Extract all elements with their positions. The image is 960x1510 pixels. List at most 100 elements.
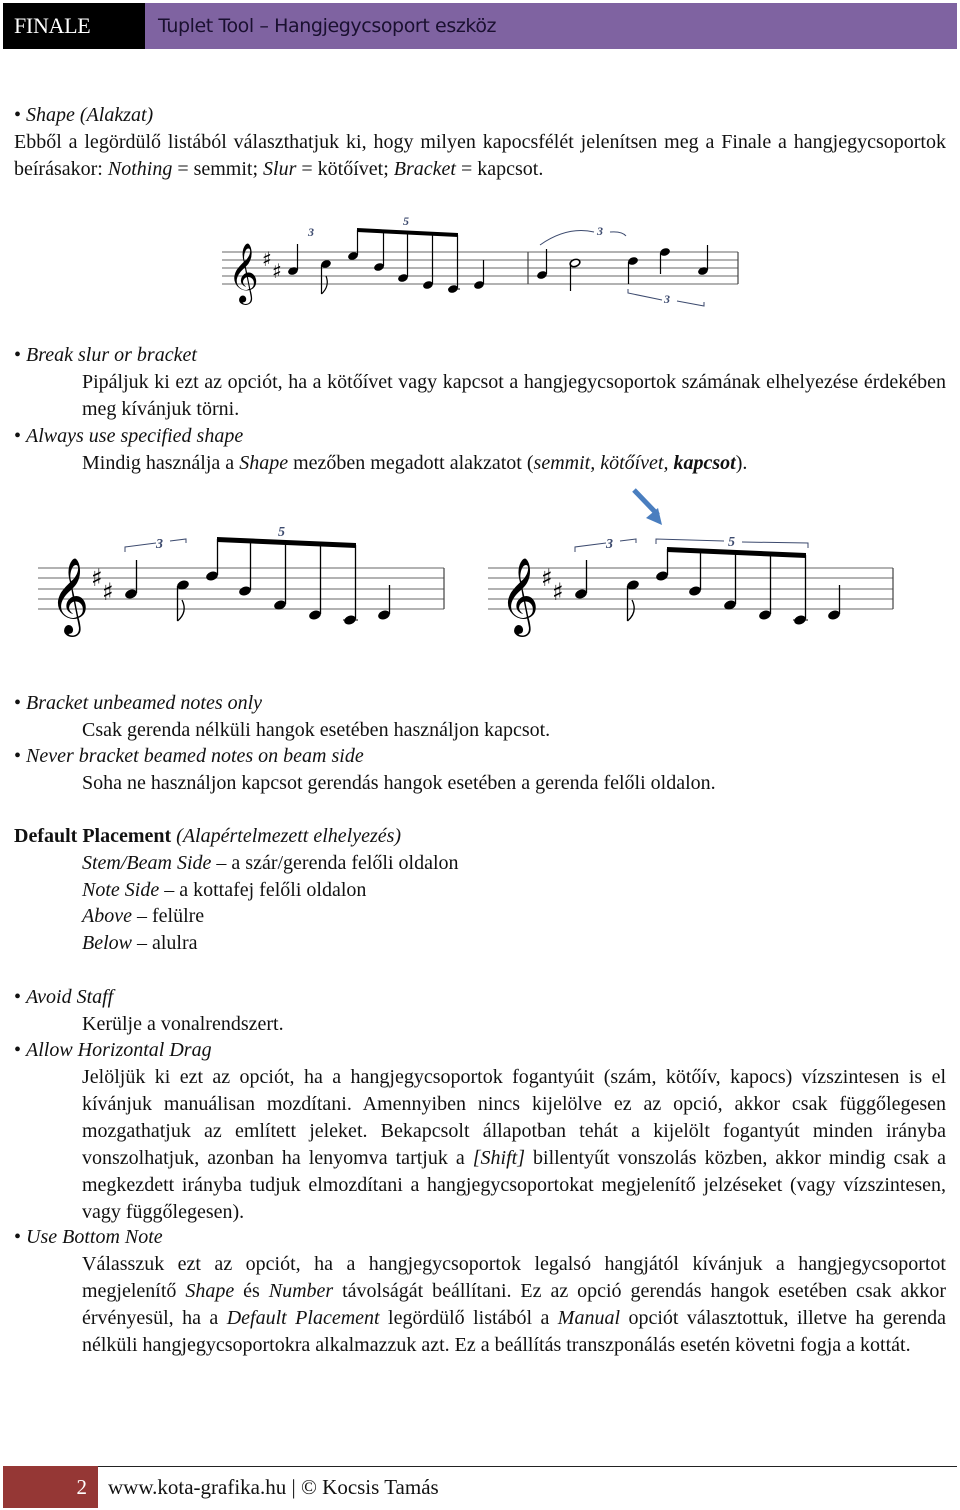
section-title: Default Placement	[14, 825, 172, 847]
placement-term: Below	[82, 932, 132, 954]
option-description: Csak gerenda nélküli hangok esetében has…	[82, 719, 551, 741]
placement-term: Above	[82, 905, 132, 927]
treble-clef-icon: 𝄞	[228, 243, 259, 305]
header-brand: FINALE	[3, 3, 145, 49]
placement-desc: – a szár/gerenda felőli oldalon	[211, 852, 459, 874]
tuplet-bracket	[619, 538, 637, 543]
sharp-icon: ♯	[91, 564, 103, 592]
placement-item: Below – alulra	[82, 930, 198, 957]
tuplet-number: 3	[307, 225, 314, 239]
option-label: Avoid Staff	[26, 986, 114, 1008]
term-number: Number	[268, 1280, 334, 1302]
option-always-use-shape: • Always use specified shape	[14, 423, 243, 450]
note-flag	[177, 599, 185, 622]
text: Mindig használja a	[82, 452, 240, 474]
bullet: •	[14, 344, 22, 366]
placement-item: Above – felülre	[82, 903, 204, 930]
tuplet-bracket	[627, 289, 663, 301]
option-description: Soha ne használjon kapcsot gerendás hang…	[82, 772, 716, 794]
text: legördülő listából a	[379, 1307, 558, 1329]
tuplet-number: 5	[278, 525, 285, 540]
bullet: •	[14, 1226, 22, 1248]
tuplet-number: 5	[403, 214, 409, 228]
page-header: FINALE Tuplet Tool – Hangjegycsoport esz…	[3, 3, 957, 49]
tuplet-slur	[609, 231, 627, 237]
option-label: Always use specified shape	[26, 425, 244, 447]
term-kapcsot: kapcsot	[673, 452, 736, 474]
section-subtitle: (Alapértelmezett elhelyezés)	[176, 825, 402, 847]
placement-item: Stem/Beam Side – a szár/gerenda felőli o…	[82, 850, 459, 877]
option-label: Break slur or bracket	[26, 344, 197, 366]
term-default-placement: Default Placement	[226, 1307, 380, 1329]
placement-term: Note Side	[82, 879, 160, 901]
note-flag	[321, 275, 328, 295]
tuplet-number: 3	[605, 537, 613, 552]
option-never-bracket-beamed: • Never bracket beamed notes on beam sid…	[14, 743, 364, 770]
sharp-icon: ♯	[102, 578, 114, 606]
placement-term: Stem/Beam Side	[82, 852, 212, 874]
beamed-group	[656, 547, 808, 625]
option-description: Mindig használja a Shape mezőben megadot…	[82, 450, 747, 477]
text: ).	[735, 452, 748, 474]
option-use-bottom-note: • Use Bottom Note	[14, 1224, 163, 1251]
shape-heading: • Shape (Alakzat)	[14, 102, 153, 129]
text: mezőben megadott alakzatot (	[288, 452, 534, 474]
sharp-icon: ♯	[552, 578, 564, 606]
shape-heading-label: Shape (Alakzat)	[26, 104, 154, 126]
option-label: Never bracket beamed notes on beam side	[26, 745, 364, 767]
option-label: Allow Horizontal Drag	[26, 1039, 212, 1061]
term-shape: Shape	[239, 452, 289, 474]
text: és	[234, 1280, 269, 1302]
placement-desc: – alulra	[132, 932, 198, 954]
placement-desc: – felülre	[131, 905, 205, 927]
bullet: •	[14, 692, 22, 714]
tuplet-number: 3	[596, 224, 603, 238]
header-title: Tuplet Tool – Hangjegycsoport eszköz	[145, 3, 957, 49]
option-allow-horizontal-drag: • Allow Horizontal Drag	[14, 1037, 212, 1064]
tuplet-number: 3	[155, 537, 163, 552]
beamed-group	[206, 537, 358, 625]
tuplet-number: 5	[728, 535, 735, 550]
tuplet-bracket	[741, 541, 809, 548]
sharp-icon: ♯	[272, 259, 282, 283]
bullet: •	[14, 1039, 22, 1061]
option-label: Bracket unbeamed notes only	[26, 692, 263, 714]
note-flag	[627, 599, 635, 622]
option-bracket-unbeamed: • Bracket unbeamed notes only	[14, 690, 262, 717]
tuplet-bracket	[655, 538, 725, 544]
text: = kötőívet;	[296, 158, 394, 180]
term-nothing: Nothing	[107, 158, 173, 180]
text: = semmit;	[172, 158, 264, 180]
term-shape: Shape	[185, 1280, 235, 1302]
bullet: •	[14, 425, 22, 447]
shape-description: Ebből a legördülő listából választhatjuk…	[14, 129, 946, 183]
page-number: 2	[3, 1466, 98, 1508]
music-example-right: 𝄞 ♯ ♯ 3 5	[488, 488, 898, 637]
term-manual: Manual	[557, 1307, 620, 1329]
option-label: Use Bottom Note	[26, 1226, 163, 1248]
tuplet-number: 3	[663, 292, 670, 306]
term-bracket: Bracket	[393, 158, 456, 180]
tuplet-bracket	[169, 538, 187, 543]
option-description: Kerülje a vonalrendszert.	[82, 1013, 284, 1035]
tuplet-bracket	[574, 542, 607, 552]
treble-clef-icon: 𝄞	[500, 557, 539, 637]
music-example-left: 𝄞 ♯ ♯ 3 5	[38, 520, 448, 637]
default-placement-heading: Default Placement (Alapértelmezett elhel…	[14, 823, 401, 850]
bullet: •	[14, 986, 22, 1008]
sharp-icon: ♯	[262, 247, 272, 271]
text: semmit, kötőívet,	[533, 452, 674, 474]
bullet: •	[14, 104, 22, 126]
tuplet-bracket	[676, 300, 705, 307]
text: = kapcsot.	[455, 158, 544, 180]
music-example-shapes: 𝄞 ♯ ♯ 3 5 3 3	[222, 212, 742, 312]
footer-divider	[3, 1466, 957, 1467]
sharp-icon: ♯	[541, 564, 553, 592]
option-avoid-staff: • Avoid Staff	[14, 984, 113, 1011]
shift-key: [Shift]	[472, 1147, 525, 1169]
tuplet-slur	[539, 230, 595, 246]
placement-desc: – a kottafej felőli oldalon	[159, 879, 367, 901]
treble-clef-icon: 𝄞	[50, 557, 89, 637]
bullet: •	[14, 745, 22, 767]
option-description: Válasszuk ezt az opciót, ha a hangjegycs…	[82, 1251, 946, 1359]
